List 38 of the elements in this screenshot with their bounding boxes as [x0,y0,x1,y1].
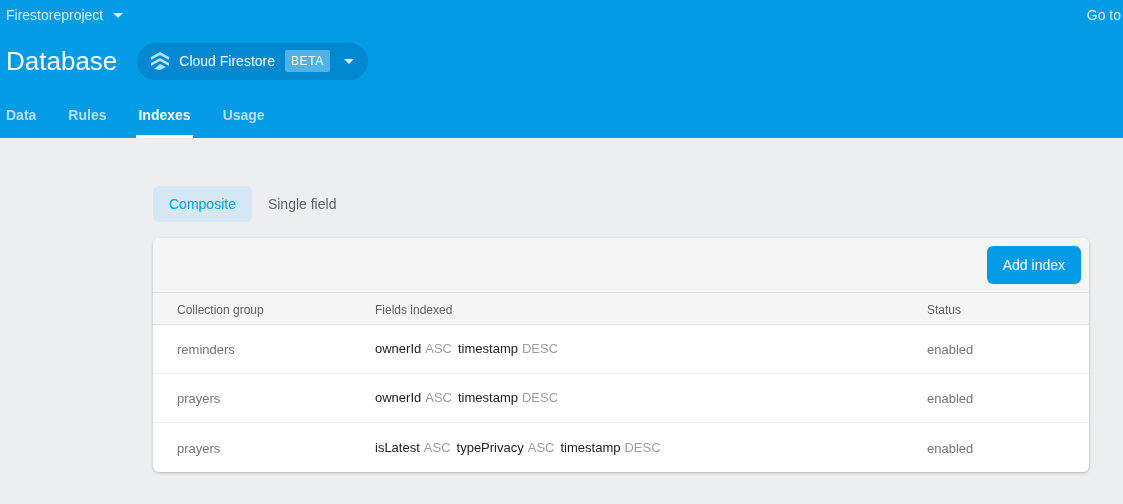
field-name: isLatest [375,438,420,457]
status-cell: enabled [927,342,974,357]
field-name: ownerId [375,340,422,359]
product-selector[interactable]: Cloud Firestore BETA [137,42,368,80]
sort-order: ASC [527,438,555,457]
status-cell: enabled [927,391,974,406]
collection-cell: prayers [177,440,221,456]
index-type-tab[interactable]: Composite [153,186,252,222]
sort-order: DESC [521,340,559,359]
collection-cell: prayers [177,391,221,406]
page-title: Database [6,44,118,78]
status-cell: enabled [927,440,974,456]
project-selector[interactable]: Firestoreproject [6,4,124,26]
sort-order: DESC [624,438,661,457]
nav-tab[interactable]: Usage [222,92,265,138]
sort-order: DESC [521,389,559,408]
field-name: typePrivacy [456,438,524,457]
column-header: Fields indexed [375,302,453,317]
sort-order: ASC [425,389,452,408]
add-index-button[interactable]: Add index [986,246,1081,284]
caret-icon [113,12,124,18]
top-link[interactable]: Go to [1086,4,1121,26]
column-header: Status [927,302,962,317]
beta-badge: BETA [285,50,330,72]
sort-order: ASC [425,340,452,359]
firestore-icon [151,51,170,71]
field-name: ownerId [375,389,422,408]
index-type-tab[interactable]: Single field [251,186,353,222]
nav-tab[interactable]: Data [6,92,37,138]
column-header: Collection group [177,302,264,317]
caret-icon [343,58,354,64]
collection-cell: reminders [177,342,235,357]
field-name: timestamp [458,340,518,359]
nav-tab[interactable]: Rules [68,92,107,138]
field-name: timestamp [458,389,518,408]
nav-tab[interactable]: Indexes [136,92,193,138]
field-name: timestamp [560,438,621,457]
sort-order: ASC [423,438,451,457]
